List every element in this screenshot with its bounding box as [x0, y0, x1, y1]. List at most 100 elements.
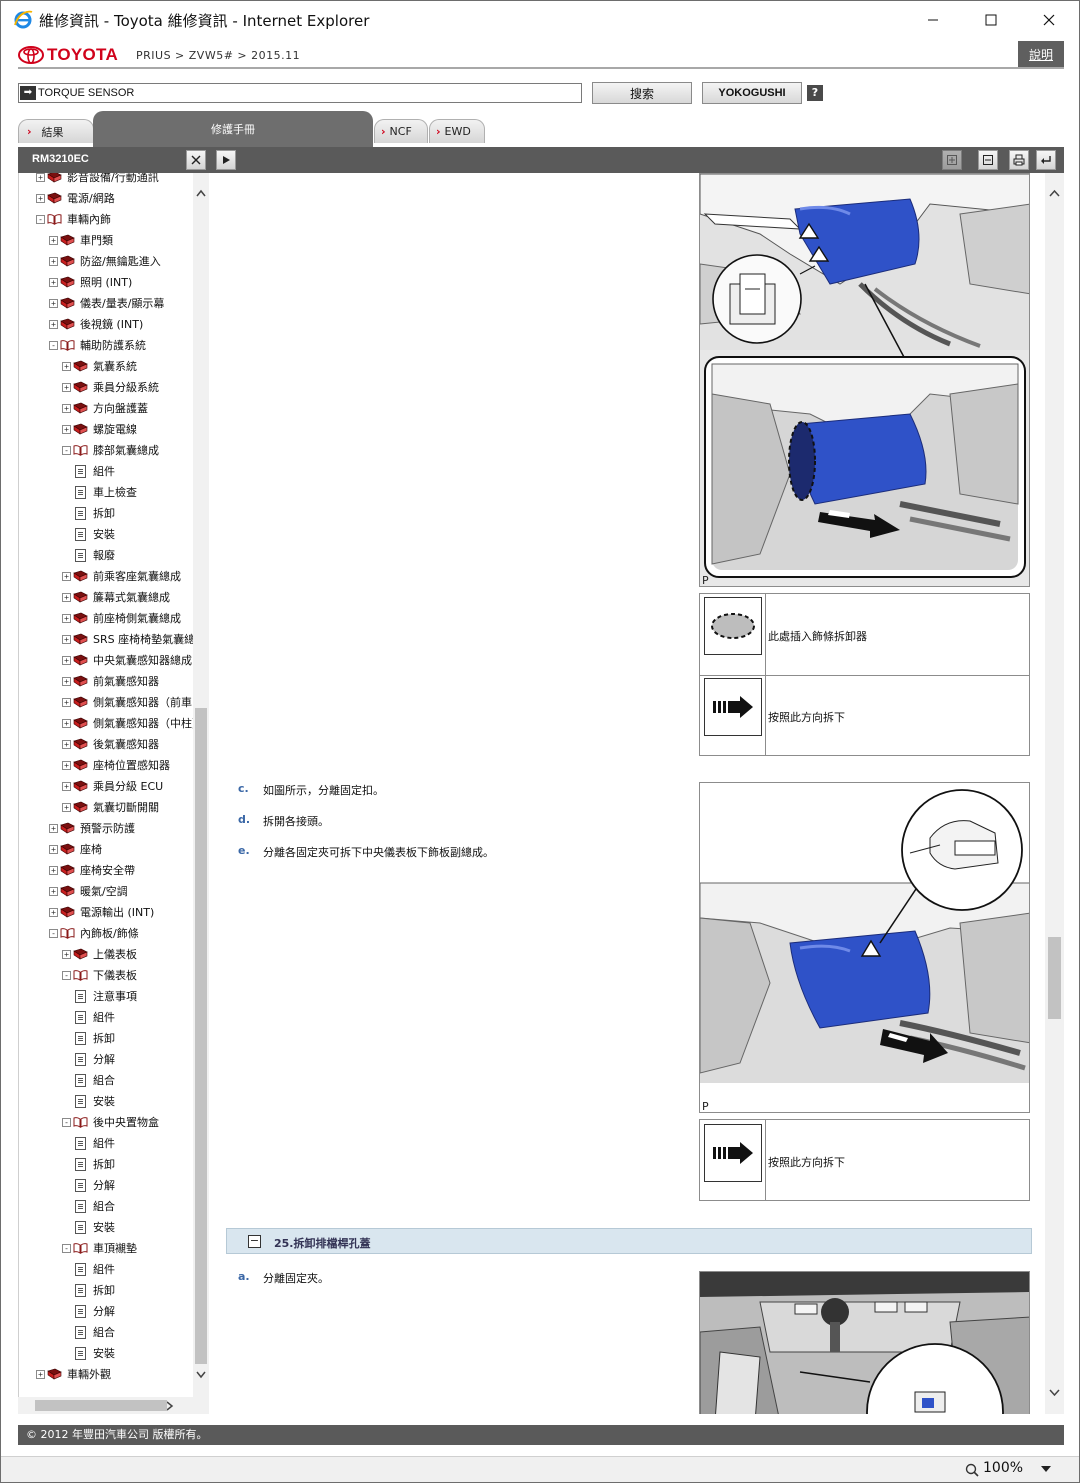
zoom-level[interactable]: 100% — [983, 1460, 1023, 1476]
expand-icon[interactable]: + — [62, 403, 71, 413]
dropdown-caret-icon[interactable] — [1041, 1466, 1051, 1473]
tab-ncf[interactable]: › NCF — [374, 119, 428, 143]
expand-icon[interactable]: + — [49, 823, 58, 833]
tree-item[interactable]: 安裝 — [75, 1217, 115, 1237]
tree-item[interactable]: + 後視鏡 (INT) — [49, 314, 143, 334]
tree-item[interactable]: - 下儀表板 — [62, 965, 137, 985]
tree-item[interactable]: - 車頂襯墊 — [62, 1238, 137, 1258]
tree-item[interactable]: + 側氣囊感知器（前車門） — [62, 692, 193, 712]
tree-item[interactable]: 注意事項 — [75, 986, 137, 1006]
tree-item[interactable]: + 座椅安全帶 — [49, 860, 135, 880]
expand-icon[interactable]: + — [49, 277, 58, 287]
tree-item[interactable]: + 座椅位置感知器 — [62, 755, 170, 775]
tree-item[interactable]: 分解 — [75, 1049, 115, 1069]
tree-item[interactable]: 安裝 — [75, 524, 115, 544]
tree-item[interactable]: + 前座椅側氣囊總成 — [62, 608, 181, 628]
tab-ewd[interactable]: › EWD — [429, 119, 485, 143]
tree-scroll-thumb[interactable] — [195, 708, 207, 1364]
collapse-icon[interactable]: - — [62, 445, 71, 455]
tree-item[interactable]: 分解 — [75, 1175, 115, 1195]
print-button[interactable] — [1009, 150, 1029, 170]
chevron-up-icon[interactable] — [196, 189, 206, 197]
search-input[interactable] — [38, 85, 578, 101]
collapse-icon[interactable]: - — [62, 970, 71, 980]
expand-icon[interactable]: + — [49, 256, 58, 266]
tree-item[interactable]: 車上檢查 — [75, 482, 137, 502]
collapse-icon[interactable]: - — [62, 1117, 71, 1127]
section-25-header[interactable]: − 25.拆卸排檔桿孔蓋 — [226, 1228, 1032, 1254]
tree-item[interactable]: + 影音設備/行動通訊 — [36, 173, 159, 187]
tree-item[interactable]: + 上儀表板 — [62, 944, 137, 964]
yokogushi-button[interactable]: YOKOGUSHI — [702, 82, 802, 104]
tree-item[interactable]: + 乘員分級系統 — [62, 377, 159, 397]
expand-icon[interactable]: + — [62, 613, 71, 623]
tree-item[interactable]: + 氣囊系統 — [62, 356, 137, 376]
expand-icon[interactable]: + — [62, 361, 71, 371]
tree-item[interactable]: 組合 — [75, 1196, 115, 1216]
tree-item[interactable]: 拆卸 — [75, 1280, 115, 1300]
tree-item[interactable]: + 螺旋電線 — [62, 419, 137, 439]
expand-icon[interactable]: + — [62, 571, 71, 581]
expand-icon[interactable]: + — [49, 319, 58, 329]
tab-results[interactable]: › 結果 — [18, 119, 94, 143]
tree-item[interactable]: + 方向盤護蓋 — [62, 398, 148, 418]
tree-item[interactable]: 組合 — [75, 1322, 115, 1342]
content-scroll-thumb[interactable] — [1048, 937, 1061, 1019]
chevron-down-icon[interactable] — [1049, 1389, 1060, 1397]
expand-icon[interactable]: + — [62, 781, 71, 791]
tree-item[interactable]: + 照明 (INT) — [49, 272, 132, 292]
expand-icon[interactable]: + — [49, 907, 58, 917]
chevron-down-icon[interactable] — [196, 1371, 206, 1379]
search-field[interactable]: ➡ — [18, 83, 582, 103]
tree-item[interactable]: + 儀表/量表/顯示幕 — [49, 293, 164, 313]
collapse-icon[interactable]: - — [62, 1243, 71, 1253]
expand-icon[interactable]: + — [49, 886, 58, 896]
tree-item[interactable]: + 後氣囊感知器 — [62, 734, 159, 754]
expand-icon[interactable]: + — [62, 718, 71, 728]
tree-item[interactable]: 安裝 — [75, 1343, 115, 1363]
question-mark-icon[interactable]: ? — [807, 85, 823, 101]
tree-item[interactable]: + 簾幕式氣囊總成 — [62, 587, 170, 607]
search-button[interactable]: 搜索 — [592, 82, 692, 104]
tree-item[interactable]: + 乘員分級 ECU — [62, 776, 163, 796]
back-button[interactable] — [1036, 150, 1056, 170]
tree-item[interactable]: 拆卸 — [75, 1154, 115, 1174]
collapse-all-button[interactable] — [978, 150, 998, 170]
expand-icon[interactable]: + — [62, 739, 71, 749]
tree-item[interactable]: 組件 — [75, 461, 115, 481]
tree-item[interactable]: + 電源輸出 (INT) — [49, 902, 154, 922]
tree-item[interactable]: - 車輛內飾 — [36, 209, 111, 229]
tree-item[interactable]: + 防盜/無鑰匙進入 — [49, 251, 161, 271]
collapse-section-toggle[interactable]: − — [248, 1235, 261, 1248]
expand-icon[interactable]: + — [62, 382, 71, 392]
maximize-button[interactable] — [962, 1, 1020, 38]
tree-item[interactable]: + 中央氣囊感知器總成 — [62, 650, 192, 670]
tree-item[interactable]: 安裝 — [75, 1091, 115, 1111]
tree-item[interactable]: + 車門類 — [49, 230, 113, 250]
expand-icon[interactable]: + — [62, 697, 71, 707]
chevron-right-icon[interactable] — [166, 1401, 174, 1411]
expand-icon[interactable]: + — [62, 634, 71, 644]
expand-icon[interactable]: + — [62, 592, 71, 602]
tree-item[interactable]: - 輔助防護系統 — [49, 335, 146, 355]
tree-item[interactable]: - 後中央置物盒 — [62, 1112, 159, 1132]
expand-icon[interactable]: + — [49, 235, 58, 245]
expand-pane-button[interactable] — [216, 150, 236, 170]
expand-icon[interactable]: + — [49, 298, 58, 308]
tab-repair-manual[interactable]: 修護手冊 — [93, 111, 373, 147]
expand-icon[interactable]: + — [62, 760, 71, 770]
close-tree-button[interactable] — [186, 150, 206, 170]
tree-item[interactable]: + 電源/網路 — [36, 188, 115, 208]
expand-icon[interactable]: + — [62, 676, 71, 686]
tree-item[interactable]: + 前氣囊感知器 — [62, 671, 159, 691]
tree-item[interactable]: + 車輛外觀 — [36, 1364, 111, 1384]
tree-item[interactable]: + 前乘客座氣囊總成 — [62, 566, 181, 586]
collapse-icon[interactable]: - — [49, 928, 58, 938]
expand-all-button[interactable] — [942, 150, 962, 170]
expand-icon[interactable]: + — [36, 1369, 45, 1379]
tree-item[interactable]: + 預警示防護 — [49, 818, 135, 838]
collapse-icon[interactable]: - — [49, 340, 58, 350]
tree-item[interactable]: + 座椅 — [49, 839, 102, 859]
chevron-up-icon[interactable] — [1049, 189, 1060, 197]
close-button[interactable] — [1020, 1, 1078, 38]
